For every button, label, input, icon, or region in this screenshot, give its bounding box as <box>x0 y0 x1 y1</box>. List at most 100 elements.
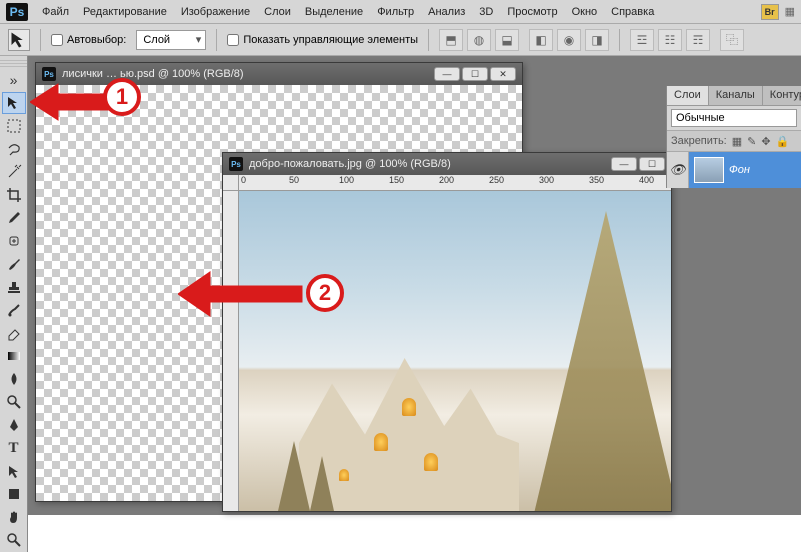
align-bottom-icon[interactable]: ⬓ <box>495 29 519 51</box>
crop-tool[interactable] <box>2 184 26 206</box>
toolbox-grip[interactable] <box>0 60 27 68</box>
show-controls-input[interactable] <box>227 34 239 46</box>
hand-tool[interactable] <box>2 506 26 528</box>
menu-image[interactable]: Изображение <box>181 6 250 18</box>
menu-layers[interactable]: Слои <box>264 6 291 18</box>
ruler-tick: 350 <box>589 175 604 185</box>
align-group: ⬒ ◍ ⬓ <box>439 29 519 51</box>
autoselect-target-value: Слой <box>143 34 170 46</box>
ruler-tick: 300 <box>539 175 554 185</box>
ruler-tick: 150 <box>389 175 404 185</box>
menu-filter[interactable]: Фильтр <box>377 6 414 18</box>
ruler-horizontal[interactable]: 0 50 100 150 200 250 300 350 400 <box>239 175 671 191</box>
lock-all-icon[interactable]: 🔒 <box>776 135 790 148</box>
align-right-icon[interactable]: ◨ <box>585 29 609 51</box>
align-left-icon[interactable]: ◧ <box>529 29 553 51</box>
divider <box>428 29 429 51</box>
lasso-tool[interactable] <box>2 138 26 160</box>
zoom-tool[interactable] <box>2 529 26 551</box>
menu-file[interactable]: Файл <box>42 6 69 18</box>
options-bar: Автовыбор: Слой Показать управляющие эле… <box>0 24 801 56</box>
distribute-icon[interactable]: ☷ <box>658 29 682 51</box>
tab-paths[interactable]: Контур <box>763 86 801 105</box>
distribute-group: ☲ ☷ ☶ <box>630 29 710 51</box>
menu-help[interactable]: Справка <box>611 6 654 18</box>
history-brush-tool[interactable] <box>2 299 26 321</box>
bridge-icon[interactable]: Br <box>761 4 779 20</box>
pen-tool[interactable] <box>2 414 26 436</box>
gradient-tool[interactable] <box>2 345 26 367</box>
marquee-tool[interactable] <box>2 115 26 137</box>
expand-toolbox-icon[interactable]: » <box>2 69 26 91</box>
doc2-titlebar[interactable]: Ps добро-пожаловать.jpg @ 100% (RGB/8) —… <box>223 153 671 175</box>
wand-tool[interactable] <box>2 161 26 183</box>
photo-window <box>424 453 438 471</box>
menu-bar: Ps Файл Редактирование Изображение Слои … <box>0 0 801 24</box>
minimize-button[interactable]: — <box>611 157 637 171</box>
layer-thumbnail[interactable] <box>694 157 724 183</box>
minimize-button[interactable]: — <box>434 67 460 81</box>
shape-tool[interactable] <box>2 483 26 505</box>
show-controls-label: Показать управляющие элементы <box>243 34 418 46</box>
divider <box>619 29 620 51</box>
panel-body: Обычные Закрепить: ▦ ✎ ✥ 🔒 👁 Фон <box>667 106 801 188</box>
eraser-tool[interactable] <box>2 322 26 344</box>
eyedropper-tool[interactable] <box>2 207 26 229</box>
ruler-vertical[interactable] <box>223 191 239 511</box>
doc2-title: добро-пожаловать.jpg @ 100% (RGB/8) <box>249 158 451 170</box>
menu-analysis[interactable]: Анализ <box>428 6 465 18</box>
lock-position-icon[interactable]: ✥ <box>761 135 770 148</box>
menu-extras-icon[interactable]: ▦ <box>785 5 795 18</box>
layer-visibility-toggle[interactable]: 👁 <box>667 152 689 188</box>
ruler-tick: 100 <box>339 175 354 185</box>
stamp-tool[interactable] <box>2 276 26 298</box>
path-select-tool[interactable] <box>2 460 26 482</box>
distribute-icon[interactable]: ☶ <box>686 29 710 51</box>
autoselect-checkbox[interactable]: Автовыбор: <box>51 34 126 46</box>
tab-layers[interactable]: Слои <box>667 86 709 105</box>
divider <box>216 29 217 51</box>
type-tool[interactable]: T <box>2 437 26 459</box>
tab-channels[interactable]: Каналы <box>709 86 763 105</box>
current-tool-icon[interactable] <box>8 29 30 51</box>
photo-window <box>374 433 388 451</box>
menu-view[interactable]: Просмотр <box>507 6 557 18</box>
doc2-image[interactable] <box>239 191 671 511</box>
blend-mode-select[interactable]: Обычные <box>671 109 797 127</box>
menu-select[interactable]: Выделение <box>305 6 363 18</box>
ps-doc-icon: Ps <box>229 157 243 171</box>
maximize-button[interactable]: ☐ <box>639 157 665 171</box>
toolbox: » T <box>0 56 28 552</box>
align-group-2: ◧ ◉ ◨ <box>529 29 609 51</box>
document-window-2[interactable]: Ps добро-пожаловать.jpg @ 100% (RGB/8) —… <box>222 152 672 512</box>
autoselect-label: Автовыбор: <box>67 34 126 46</box>
move-tool[interactable] <box>2 92 26 114</box>
autoselect-input[interactable] <box>51 34 63 46</box>
annotation-badge-2: 2 <box>306 274 344 312</box>
brush-tool[interactable] <box>2 253 26 275</box>
divider <box>40 29 41 51</box>
align-top-icon[interactable]: ⬒ <box>439 29 463 51</box>
show-controls-checkbox[interactable]: Показать управляющие элементы <box>227 34 418 46</box>
lock-pixels-icon[interactable]: ✎ <box>747 135 756 148</box>
lock-label: Закрепить: <box>671 135 727 147</box>
doc2-canvas[interactable]: 0 50 100 150 200 250 300 350 400 <box>223 175 671 511</box>
dodge-tool[interactable] <box>2 391 26 413</box>
align-vcenter-icon[interactable]: ◍ <box>467 29 491 51</box>
photo-tree <box>521 211 671 511</box>
menu-edit[interactable]: Редактирование <box>83 6 167 18</box>
menu-3d[interactable]: 3D <box>479 6 493 18</box>
arrange-group: ⿻ <box>720 29 744 51</box>
healing-tool[interactable] <box>2 230 26 252</box>
distribute-icon[interactable]: ☲ <box>630 29 654 51</box>
align-hcenter-icon[interactable]: ◉ <box>557 29 581 51</box>
lock-transparent-icon[interactable]: ▦ <box>732 135 742 148</box>
ruler-tick: 250 <box>489 175 504 185</box>
layer-row-background[interactable]: 👁 Фон <box>667 152 801 188</box>
close-button[interactable]: ✕ <box>490 67 516 81</box>
arrange-icon[interactable]: ⿻ <box>720 29 744 51</box>
blur-tool[interactable] <box>2 368 26 390</box>
menu-window[interactable]: Окно <box>572 6 598 18</box>
maximize-button[interactable]: ☐ <box>462 67 488 81</box>
autoselect-target-select[interactable]: Слой <box>136 30 206 50</box>
